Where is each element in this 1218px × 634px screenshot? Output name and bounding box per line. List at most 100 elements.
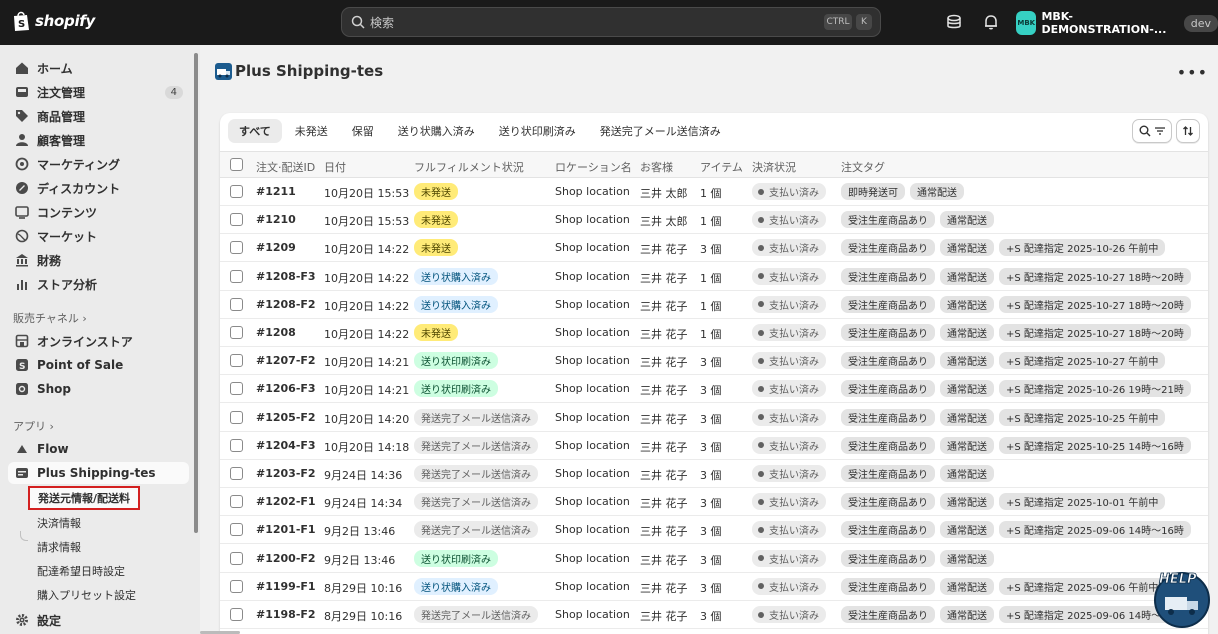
row-checkbox[interactable]	[230, 185, 243, 198]
bell-icon[interactable]	[982, 13, 1000, 31]
table-row[interactable]: #1210 10月20日 15:53 未発送 Shop location 三井 太郎 1 …	[220, 206, 1208, 235]
tab-label-purchased[interactable]: 送り状購入済み	[387, 119, 486, 143]
table-row[interactable]: #1203-F2 9月24日 14:36 発送完了メール送信済み Shop locat…	[220, 460, 1208, 488]
tab-on-hold[interactable]: 保留	[341, 119, 385, 143]
row-checkbox[interactable]	[230, 354, 243, 368]
sort-button[interactable]	[1176, 119, 1200, 143]
row-checkbox[interactable]	[230, 608, 243, 621]
subnav-payment-info[interactable]: 決済情報	[37, 515, 81, 531]
more-actions-button[interactable]: •••	[1177, 63, 1208, 82]
order-tag: 受注生産商品あり	[841, 352, 935, 370]
nav-finance[interactable]: 財務	[8, 249, 189, 271]
row-checkbox[interactable]	[230, 382, 243, 396]
row-checkbox[interactable]	[230, 438, 243, 452]
subnav-sender-info[interactable]: 発送元情報/配送料	[28, 486, 141, 510]
row-checkbox[interactable]	[230, 495, 243, 509]
order-id-link[interactable]: #1206-F3	[256, 382, 316, 395]
location-name: Shop location	[555, 185, 630, 198]
sidebar-scrollbar[interactable]	[194, 53, 198, 533]
nav-plus-shipping[interactable]: Plus Shipping-tes	[8, 462, 189, 484]
nav-content[interactable]: コンテンツ	[8, 201, 189, 223]
row-checkbox[interactable]	[230, 297, 243, 311]
table-row[interactable]: #1207-F2 10月20日 14:21 送り状印刷済み Shop location…	[220, 347, 1208, 376]
apps-header[interactable]: アプリ ›	[13, 418, 54, 434]
table-row[interactable]: #1201-F1 9月2日 13:46 発送完了メール送信済み Shop locati…	[220, 516, 1208, 545]
tab-shipped-mail-sent[interactable]: 発送完了メール送信済み	[589, 119, 732, 143]
nav-discounts[interactable]: ディスカウント	[8, 177, 189, 199]
subnav-purchase-preset[interactable]: 購入プリセット設定	[37, 587, 136, 603]
row-checkbox[interactable]	[230, 551, 243, 565]
order-id-link[interactable]: #1198-F2	[256, 608, 316, 621]
row-checkbox[interactable]	[230, 523, 243, 537]
order-id-link[interactable]: #1207-F2	[256, 354, 316, 367]
col-customer[interactable]: お客様	[640, 159, 673, 175]
tab-all[interactable]: すべて	[228, 119, 282, 143]
table-row[interactable]: #1202-F1 9月24日 14:34 発送完了メール送信済み Shop locat…	[220, 488, 1208, 517]
nav-customers[interactable]: 顧客管理	[8, 129, 189, 151]
nav-marketing[interactable]: マーケティング	[8, 153, 189, 175]
order-id-link[interactable]: #1210	[256, 213, 296, 226]
nav-online-store[interactable]: オンラインストア	[8, 330, 189, 352]
table-row[interactable]: #1199-F1 8月29日 10:16 送り状購入済み Shop location 三…	[220, 573, 1208, 601]
row-checkbox[interactable]	[230, 326, 243, 339]
table-row[interactable]: #1204-F3 10月20日 14:18 発送完了メール送信済み Shop loca…	[220, 432, 1208, 460]
order-id-link[interactable]: #1202-F1	[256, 495, 316, 508]
order-id-link[interactable]: #1200-F2	[256, 552, 316, 565]
nav-flow[interactable]: Flow	[8, 438, 189, 460]
table-row[interactable]: #1206-F3 10月20日 14:21 送り状印刷済み Shop location…	[220, 375, 1208, 404]
nav-products[interactable]: 商品管理	[8, 105, 189, 127]
table-row[interactable]: #1208-F2 10月20日 14:22 送り状購入済み Shop location…	[220, 291, 1208, 319]
table-row[interactable]: #1198-F2 8月29日 10:16 発送完了メール送信済み Shop locat…	[220, 601, 1208, 629]
subnav-delivery-time[interactable]: 配達希望日時設定	[37, 563, 125, 579]
order-date: 10月20日 14:21	[324, 356, 410, 370]
col-fulfillment[interactable]: フルフィルメント状況	[414, 159, 524, 175]
col-payment[interactable]: 決済状況	[752, 159, 796, 175]
col-order-id[interactable]: 注文·配送ID	[256, 159, 315, 175]
order-id-link[interactable]: #1205-F2	[256, 411, 316, 424]
col-tags[interactable]: 注文タグ	[841, 159, 885, 175]
table-row[interactable]: #1208 10月20日 14:22 未発送 Shop location 三井 花子 1 …	[220, 319, 1208, 347]
row-checkbox[interactable]	[230, 213, 243, 227]
table-row[interactable]: #1205-F2 10月20日 14:20 発送完了メール送信済み Shop loca…	[220, 404, 1208, 432]
row-checkbox[interactable]	[230, 579, 243, 593]
subnav-billing-info[interactable]: 請求情報	[37, 539, 81, 555]
store-switcher[interactable]: MBK MBK-DEMONSTRATION-... dev	[1016, 10, 1218, 36]
row-checkbox[interactable]	[230, 241, 243, 255]
order-id-link[interactable]: #1208-F3	[256, 270, 316, 283]
nav-pos[interactable]: S Point of Sale	[8, 354, 189, 376]
col-location[interactable]: ロケーション名	[555, 159, 632, 175]
nav-analytics[interactable]: ストア分析	[8, 273, 189, 295]
select-all-checkbox[interactable]	[230, 158, 243, 171]
order-id-link[interactable]: #1201-F1	[256, 523, 316, 536]
table-row[interactable]: #1209 10月20日 14:22 未発送 Shop location 三井 花子 3 …	[220, 234, 1208, 263]
order-id-link[interactable]: #1203-F2	[256, 467, 316, 480]
table-row[interactable]: #1200-F2 9月2日 13:46 送り状印刷済み Shop location 三井…	[220, 545, 1208, 573]
row-checkbox[interactable]	[230, 467, 243, 480]
table-row[interactable]: #1211 10月20日 15:53 未発送 Shop location 三井 太郎 1 …	[220, 178, 1208, 206]
order-id-link[interactable]: #1199-F1	[256, 580, 316, 593]
search-filter-button[interactable]	[1132, 119, 1172, 143]
tab-unshipped[interactable]: 未発送	[284, 119, 339, 143]
row-checkbox[interactable]	[230, 269, 243, 283]
col-date[interactable]: 日付	[324, 159, 346, 175]
order-id-link[interactable]: #1211	[256, 185, 296, 198]
order-id-link[interactable]: #1204-F3	[256, 439, 316, 452]
nav-settings[interactable]: 設定	[8, 609, 189, 631]
nav-shop[interactable]: Shop	[8, 378, 189, 400]
nav-home[interactable]: ホーム	[8, 57, 189, 79]
row-checkbox[interactable]	[230, 410, 243, 424]
order-id-link[interactable]: #1208	[256, 326, 296, 339]
nav-orders[interactable]: 注文管理 4	[8, 81, 189, 103]
help-button[interactable]: HELP	[1151, 567, 1211, 629]
table-row[interactable]: #1208-F3 10月20日 14:22 送り状購入済み Shop location…	[220, 263, 1208, 291]
nav-markets[interactable]: マーケット	[8, 225, 189, 247]
order-id-link[interactable]: #1208-F2	[256, 298, 316, 311]
database-icon[interactable]	[945, 13, 963, 31]
customer-name: 三井 太郎	[640, 187, 688, 200]
order-id-link[interactable]: #1209	[256, 241, 296, 254]
tab-label-printed[interactable]: 送り状印刷済み	[488, 119, 587, 143]
search-bar[interactable]: 検索 CTRL K	[341, 7, 881, 37]
sales-channels-header[interactable]: 販売チャネル ›	[13, 310, 87, 326]
col-items[interactable]: アイテム	[700, 159, 743, 175]
shopify-logo[interactable]: S shopify	[12, 10, 95, 32]
